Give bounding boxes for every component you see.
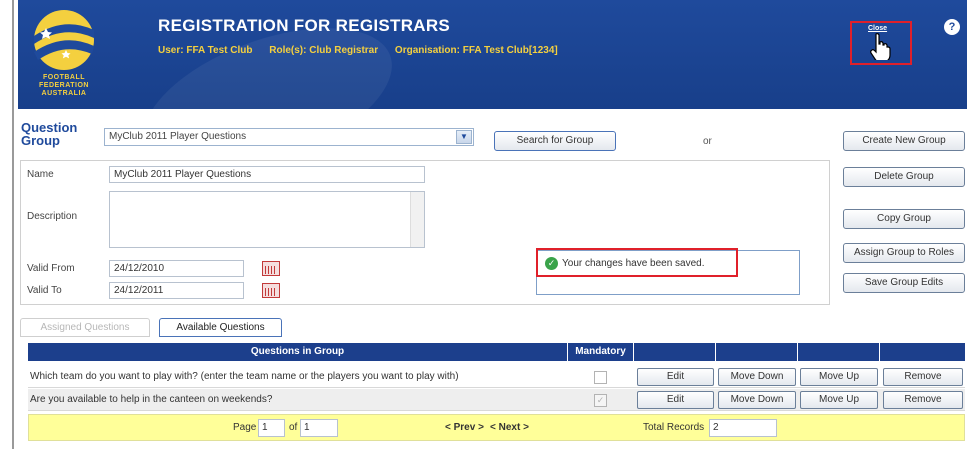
question-text: Which team do you want to play with? (en…: [30, 371, 459, 382]
valid-from-label: Valid From: [27, 263, 75, 274]
edit-button[interactable]: Edit: [637, 368, 714, 386]
page-count-field: 1: [300, 419, 338, 437]
assign-group-to-roles-button[interactable]: Assign Group to Roles: [843, 243, 965, 263]
close-highlight-box: Close: [850, 21, 912, 65]
logo-text-line: FEDERATION: [39, 82, 89, 89]
prev-link[interactable]: < Prev >: [445, 422, 484, 433]
save-group-edits-button[interactable]: Save Group Edits: [843, 273, 965, 293]
remove-button[interactable]: Remove: [883, 368, 963, 386]
logo-text-line: FOOTBALL: [42, 74, 86, 81]
calendar-icon[interactable]: [262, 283, 280, 298]
column-header-remove: [880, 343, 965, 361]
column-header-questions: Questions in Group: [28, 343, 568, 361]
pagination-bar: Page 1 of 1 < Prev > < Next > Total Reco…: [28, 414, 965, 441]
user-roles: Role(s): Club Registrar: [269, 45, 379, 56]
user-name: User: FFA Test Club: [158, 45, 253, 56]
help-icon[interactable]: ?: [944, 19, 960, 35]
page-number-input[interactable]: 1: [258, 419, 285, 437]
ffa-logo-emblem: [34, 10, 94, 70]
calendar-icon[interactable]: [262, 261, 280, 276]
ffa-logo: FOOTBALL FEDERATION AUSTRALIA: [22, 6, 122, 106]
column-header-edit: [634, 343, 716, 361]
move-up-button[interactable]: Move Up: [800, 391, 878, 409]
select-value: MyClub 2011 Player Questions: [109, 131, 247, 142]
total-records-field: 2: [709, 419, 777, 437]
question-group-select[interactable]: MyClub 2011 Player Questions ▼: [104, 128, 474, 146]
logo-text-line: AUSTRALIA: [41, 90, 87, 97]
total-records-label: Total Records: [643, 422, 705, 433]
create-new-group-button[interactable]: Create New Group: [843, 131, 965, 151]
mandatory-checkbox[interactable]: ✓: [594, 394, 607, 407]
valid-to-label: Valid To: [27, 285, 62, 296]
edit-button[interactable]: Edit: [637, 391, 714, 409]
move-down-button[interactable]: Move Down: [718, 391, 796, 409]
column-header-move-up: [798, 343, 880, 361]
or-separator: or: [703, 136, 712, 147]
description-scrollbar[interactable]: [410, 192, 424, 247]
page-title: REGISTRATION FOR REGISTRARS: [158, 16, 451, 35]
name-field[interactable]: MyClub 2011 Player Questions: [109, 166, 425, 183]
page-label: Page: [233, 422, 257, 433]
user-organisation: Organisation: FFA Test Club[1234]: [394, 45, 558, 56]
remove-button[interactable]: Remove: [883, 391, 963, 409]
description-label: Description: [27, 211, 78, 222]
label-line: Group: [21, 133, 60, 148]
of-label: of: [289, 422, 298, 433]
search-for-group-button[interactable]: Search for Group: [494, 131, 616, 151]
copy-group-button[interactable]: Copy Group: [843, 209, 965, 229]
question-text: Are you available to help in the canteen…: [30, 394, 273, 405]
move-down-button[interactable]: Move Down: [718, 368, 796, 386]
next-link[interactable]: < Next >: [490, 422, 529, 433]
success-message-text: Your changes have been saved.: [562, 258, 705, 269]
delete-group-button[interactable]: Delete Group: [843, 167, 965, 187]
page-left-border: [12, 0, 14, 449]
mandatory-checkbox[interactable]: [594, 371, 607, 384]
name-label: Name: [27, 169, 54, 180]
chevron-down-icon[interactable]: ▼: [456, 130, 472, 144]
success-message: ✓ Your changes have been saved.: [536, 248, 738, 277]
valid-from-field[interactable]: 24/12/2010: [109, 260, 244, 277]
move-up-button[interactable]: Move Up: [800, 368, 878, 386]
hand-pointer-icon: [870, 33, 891, 60]
valid-to-field[interactable]: 24/12/2011: [109, 282, 244, 299]
tab-available-questions[interactable]: Available Questions: [159, 318, 282, 337]
tab-assigned-questions[interactable]: Assigned Questions: [20, 318, 150, 337]
logo-wordmark: FOOTBALL FEDERATION AUSTRALIA: [22, 74, 106, 98]
user-info-line: User: FFA Test Club Role(s): Club Regist…: [158, 45, 572, 56]
close-link[interactable]: Close: [868, 25, 887, 32]
description-field[interactable]: [109, 191, 425, 248]
check-icon: ✓: [545, 257, 558, 270]
question-group-label: Question Group: [21, 121, 77, 147]
column-header-move-down: [716, 343, 798, 361]
column-header-mandatory: Mandatory: [568, 343, 634, 361]
